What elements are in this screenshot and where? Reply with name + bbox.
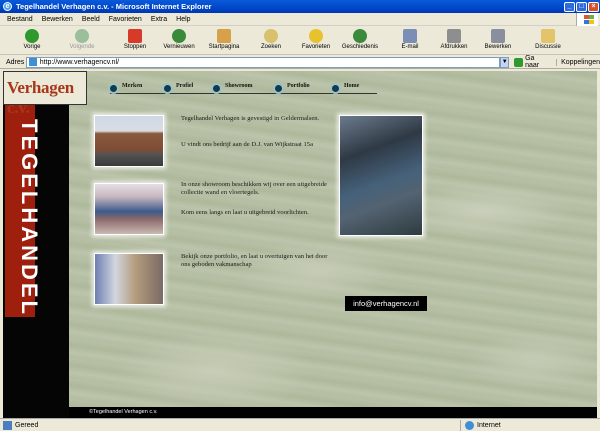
photo-portfolio [94, 253, 164, 305]
nav-dot-icon [162, 83, 173, 94]
edit-icon [491, 29, 505, 43]
go-button[interactable]: Ga naar [514, 55, 550, 69]
nav-item-home[interactable]: Home [330, 83, 359, 94]
menu-bar: Bestand Bewerken Beeld Favorieten Extra … [0, 13, 600, 26]
nav-dot-icon [211, 83, 222, 94]
page-icon [28, 58, 37, 66]
vertical-heading: TEGELHANDEL [17, 119, 42, 317]
photo-tiled-patio [339, 115, 423, 236]
links-button[interactable]: Koppelingen [556, 58, 600, 66]
window-title: Tegelhandel Verhagen c.v. - Microsoft In… [16, 2, 212, 11]
email-link[interactable]: info@verhagencv.nl [345, 296, 427, 311]
site-logo[interactable]: Verhagen c.v. [3, 71, 87, 117]
windows-flag-icon [576, 13, 598, 26]
menu-bewerken[interactable]: Bewerken [42, 16, 73, 23]
address-bar: Adres http://www.verhagencv.nl/ ▼ Ga naa… [0, 55, 600, 69]
search-icon [264, 29, 278, 43]
address-url: http://www.verhagencv.nl/ [39, 58, 120, 66]
maximize-button[interactable]: □ [576, 1, 587, 12]
left-sidebar: TEGELHANDEL [3, 71, 69, 418]
forward-arrow-icon [75, 29, 89, 43]
back-button[interactable]: Vorige [16, 29, 48, 50]
status-text: Gereed [15, 421, 39, 429]
menu-bestand[interactable]: Bestand [7, 16, 33, 23]
address-input[interactable]: http://www.verhagencv.nl/ [25, 56, 501, 68]
menu-favorieten[interactable]: Favorieten [109, 16, 142, 23]
favorites-button[interactable]: Favorieten [296, 29, 336, 50]
nav-item-portfolio[interactable]: Portfolio [273, 83, 310, 94]
home-icon [217, 29, 231, 43]
go-arrow-icon [514, 57, 524, 67]
mail-icon [403, 29, 417, 43]
stop-icon [128, 29, 142, 43]
refresh-button[interactable]: Vernieuwen [159, 29, 199, 50]
mail-button[interactable]: E-mail [396, 29, 424, 50]
visit-text: Kom eens langs en laat u uitgebreid voor… [181, 209, 309, 216]
nav-item-profiel[interactable]: Profiel [162, 83, 193, 94]
history-icon [353, 29, 367, 43]
address-text: U vindt ons bedrijf aan de D.J. van Wijk… [181, 141, 314, 148]
intro-text: Tegelhandel Verhagen is gevestigd in Gel… [181, 115, 320, 122]
forward-button[interactable]: Volgende [64, 29, 100, 50]
nav-item-showroom[interactable]: Showroom [211, 83, 253, 94]
home-button[interactable]: Startpagina [204, 29, 244, 50]
menu-beeld[interactable]: Beeld [82, 16, 100, 23]
address-label: Adres [6, 58, 25, 66]
title-bar: e Tegelhandel Verhagen c.v. - Microsoft … [0, 0, 600, 13]
portfolio-text: Bekijk onze portfolio, en laat u overtui… [181, 253, 328, 268]
status-bar: Gereed Internet [0, 418, 600, 431]
copyright-footer: ©Tegelhandel Verhagen c.v. [69, 407, 597, 418]
minimize-button[interactable]: _ [564, 1, 575, 12]
security-zone: Internet [460, 419, 600, 431]
photo-showroom [94, 183, 164, 235]
page-status-icon [3, 420, 12, 430]
ie-logo-icon: e [3, 2, 12, 11]
menu-help[interactable]: Help [176, 16, 190, 23]
stop-button[interactable]: Stoppen [119, 29, 151, 50]
toolbar: Vorige Volgende Stoppen Vernieuwen Start… [0, 27, 600, 55]
nav-dot-icon [108, 83, 119, 94]
internet-globe-icon [465, 420, 474, 430]
discussion-button[interactable]: Discussie [530, 29, 566, 50]
nav-dot-icon [330, 83, 341, 94]
close-button[interactable]: × [588, 1, 599, 12]
print-button[interactable]: Afdrukken [436, 29, 472, 50]
nav-dot-icon [273, 83, 284, 94]
nav-item-merken[interactable]: Merken [108, 83, 142, 94]
logo-text: Verhagen c.v. [7, 78, 74, 117]
edit-button[interactable]: Bewerken [480, 29, 516, 50]
menu-extra[interactable]: Extra [151, 16, 167, 23]
showroom-text: In onze showroom beschikken wij over een… [181, 181, 327, 196]
refresh-icon [172, 29, 186, 43]
print-icon [447, 29, 461, 43]
discussion-icon [541, 29, 555, 43]
favorites-star-icon [309, 29, 323, 43]
photo-building [94, 115, 164, 167]
address-dropdown-button[interactable]: ▼ [500, 56, 510, 68]
search-button[interactable]: Zoeken [256, 29, 286, 50]
history-button[interactable]: Geschiedenis [338, 29, 382, 50]
web-page: TEGELHANDEL Verhagen c.v. Merken Profiel… [3, 71, 597, 418]
back-arrow-icon [25, 29, 39, 43]
